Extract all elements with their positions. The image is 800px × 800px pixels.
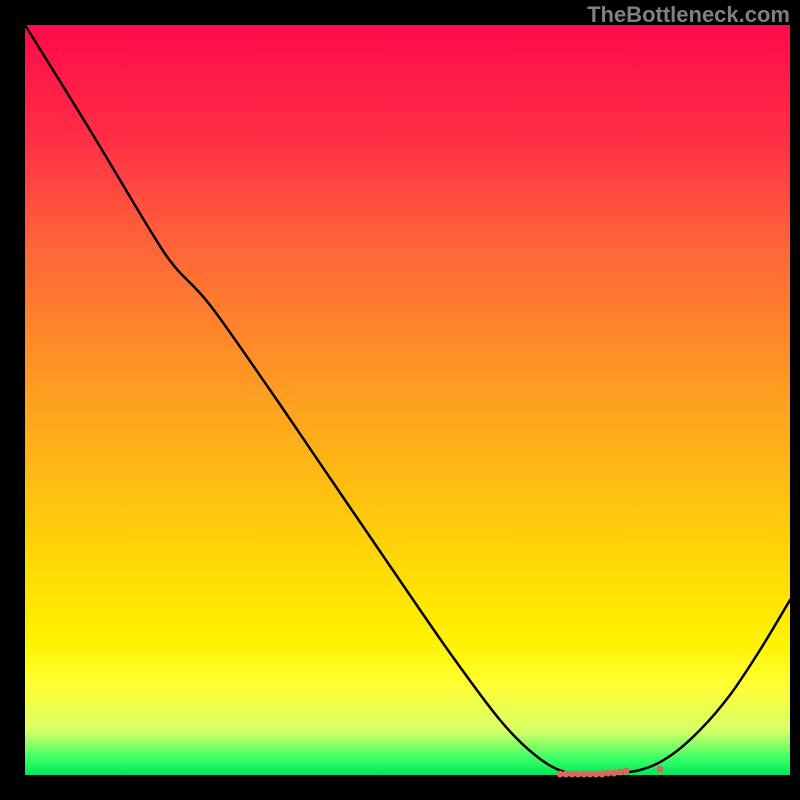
- plot-background: [25, 25, 790, 775]
- marker-dot: [599, 771, 606, 778]
- marker-dot: [657, 766, 664, 773]
- marker-dot: [605, 770, 612, 777]
- marker-dot: [581, 771, 588, 778]
- marker-dot: [623, 768, 630, 775]
- marker-dot: [617, 769, 624, 776]
- marker-dot: [575, 771, 582, 778]
- watermark-label: TheBottleneck.com: [587, 2, 790, 28]
- bottleneck-chart: [0, 0, 800, 800]
- marker-dot: [557, 771, 564, 778]
- marker-dot: [587, 771, 594, 778]
- marker-dot: [611, 770, 618, 777]
- marker-dot: [563, 771, 570, 778]
- chart-container: TheBottleneck.com: [0, 0, 800, 800]
- marker-dot: [593, 771, 600, 778]
- marker-dot: [569, 771, 576, 778]
